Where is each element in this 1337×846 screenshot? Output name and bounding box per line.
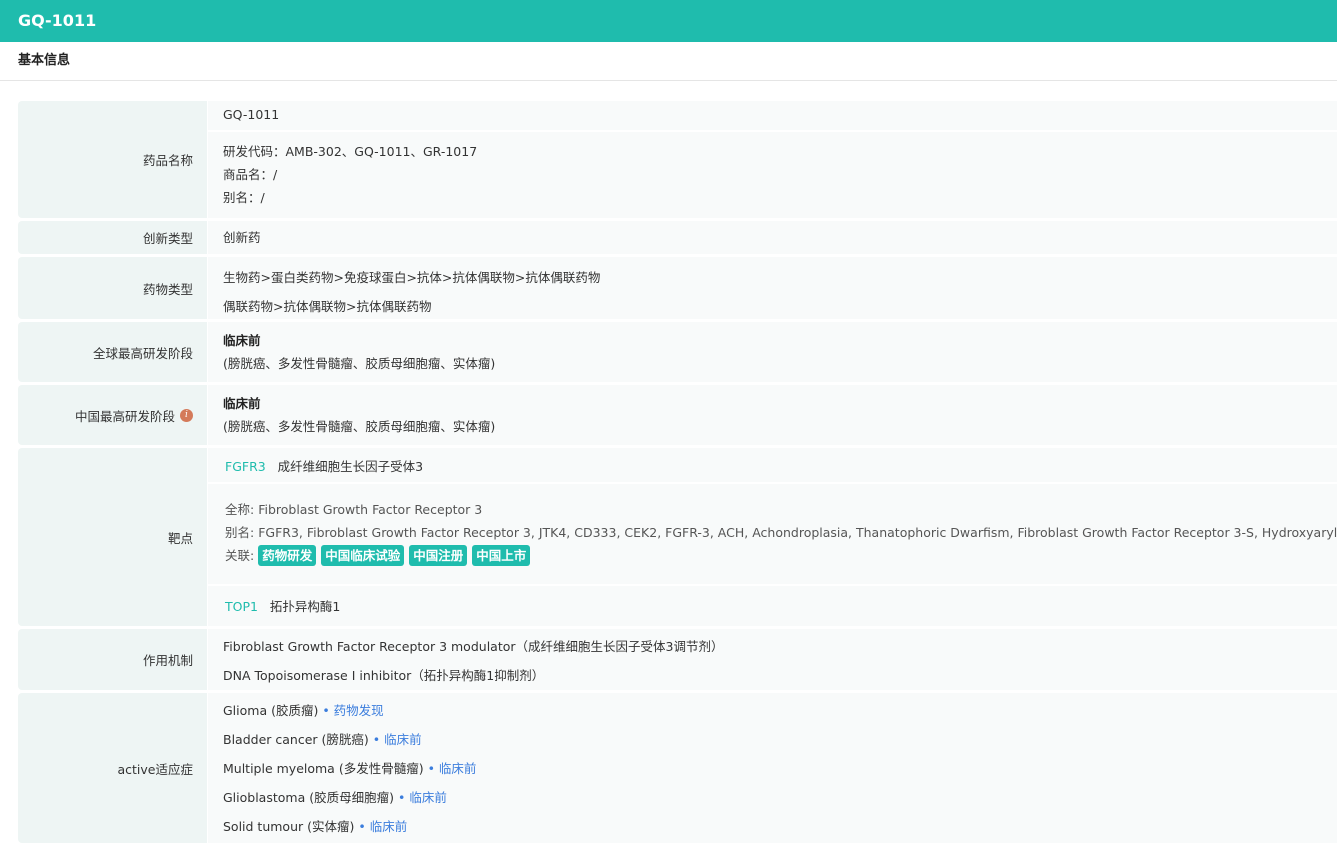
target-item: FGFR3 成纤维细胞生长因子受体3	[208, 448, 1337, 484]
row-label: 药品名称	[18, 101, 207, 218]
row-mechanism: 作用机制 Fibroblast Growth Factor Receptor 3…	[18, 629, 1337, 690]
indication-phase[interactable]: • 临床前	[358, 819, 407, 834]
info-table: 药品名称 GQ-1011 研发代码：AMB-302、GQ-1011、GR-101…	[18, 101, 1337, 846]
tag-china-market[interactable]: 中国上市	[472, 545, 531, 566]
mechanism-line: DNA Topoisomerase I inhibitor（拓扑异构酶1抑制剂）	[223, 668, 545, 683]
row-targets: 靶点 FGFR3 成纤维细胞生长因子受体3 全称: Fibroblast Gro…	[18, 448, 1337, 626]
target-full-name: Fibroblast Growth Factor Receptor 3	[258, 502, 483, 517]
drug-primary-name: GQ-1011	[208, 101, 1337, 132]
indication-item: Bladder cancer (膀胱癌) • 临床前	[223, 725, 1322, 754]
target-code-link[interactable]: FGFR3	[225, 459, 266, 474]
tag-drug-rd[interactable]: 药物研发	[258, 545, 317, 566]
indication-name: Glioma (胶质瘤)	[223, 703, 319, 718]
row-label: 药物类型	[18, 257, 207, 319]
phase: 临床前	[223, 333, 261, 348]
row-label: 靶点	[18, 448, 207, 626]
tag-china-registration[interactable]: 中国注册	[409, 545, 468, 566]
mechanism-line: Fibroblast Growth Factor Receptor 3 modu…	[223, 639, 724, 654]
indication-item: Multiple myeloma (多发性骨髓瘤) • 临床前	[223, 754, 1322, 783]
target-aliases: FGFR3, Fibroblast Growth Factor Receptor…	[258, 525, 1337, 540]
indication-phase[interactable]: • 临床前	[398, 790, 447, 805]
indication-name: Glioblastoma (胶质母细胞瘤)	[223, 790, 394, 805]
indication-name: Bladder cancer (膀胱癌)	[223, 732, 369, 747]
row-label: 中国最高研发阶段	[74, 408, 175, 424]
row-china-phase: 中国最高研发阶段 i 临床前 (膀胱癌、多发性骨髓瘤、胶质母细胞瘤、实体瘤)	[18, 385, 1337, 445]
target-name: 成纤维细胞生长因子受体3	[277, 459, 424, 474]
phase-indications: (膀胱癌、多发性骨髓瘤、胶质母细胞瘤、实体瘤)	[223, 356, 496, 371]
row-innovation: 创新类型 创新药	[18, 221, 1337, 254]
row-drug-type: 药物类型 生物药>蛋白类药物>免疫球蛋白>抗体>抗体偶联物>抗体偶联药物 偶联药…	[18, 257, 1337, 319]
row-drug-name: 药品名称 GQ-1011 研发代码：AMB-302、GQ-1011、GR-101…	[18, 101, 1337, 218]
innovation-value: 创新药	[208, 221, 1337, 254]
field-label: 全称:	[225, 502, 255, 517]
row-label: 全球最高研发阶段	[18, 322, 207, 382]
section-title: 基本信息	[0, 42, 1337, 81]
indication-phase[interactable]: • 临床前	[373, 732, 422, 747]
indication-phase[interactable]: • 药物发现	[322, 703, 383, 718]
row-label: active适应症	[18, 693, 207, 843]
target-name: 拓扑异构酶1	[269, 599, 341, 614]
trade-name: 商品名：/	[223, 167, 278, 182]
row-label: 作用机制	[18, 629, 207, 690]
indication-name: Solid tumour (实体瘤)	[223, 819, 355, 834]
drug-type-line: 偶联药物>抗体偶联物>抗体偶联药物	[223, 299, 432, 314]
row-global-phase: 全球最高研发阶段 临床前 (膀胱癌、多发性骨髓瘤、胶质母细胞瘤、实体瘤)	[18, 322, 1337, 382]
target-code-link[interactable]: TOP1	[225, 599, 258, 614]
info-icon[interactable]: i	[180, 408, 193, 422]
dev-codes: 研发代码：AMB-302、GQ-1011、GR-1017	[223, 144, 478, 159]
indication-item: Solid tumour (实体瘤) • 临床前	[223, 812, 1322, 841]
indication-phase[interactable]: • 临床前	[428, 761, 477, 776]
tag-china-trials[interactable]: 中国临床试验	[321, 545, 405, 566]
page-header: GQ-1011	[0, 0, 1337, 42]
alias: 别名：/	[223, 190, 265, 205]
indication-item: Glioblastoma (胶质母细胞瘤) • 临床前	[223, 783, 1322, 812]
phase: 临床前	[223, 396, 261, 411]
row-indications: active适应症 Glioma (胶质瘤) • 药物发现 Bladder ca…	[18, 693, 1337, 843]
indication-item: Glioma (胶质瘤) • 药物发现	[223, 696, 1322, 725]
indication-name: Multiple myeloma (多发性骨髓瘤)	[223, 761, 424, 776]
field-label: 关联:	[225, 548, 255, 563]
target-item: TOP1 拓扑异构酶1	[208, 586, 1337, 625]
drug-type-line: 生物药>蛋白类药物>免疫球蛋白>抗体>抗体偶联物>抗体偶联药物	[223, 270, 601, 285]
row-label: 创新类型	[18, 221, 207, 254]
field-label: 别名:	[225, 525, 255, 540]
phase-indications: (膀胱癌、多发性骨髓瘤、胶质母细胞瘤、实体瘤)	[223, 419, 496, 434]
